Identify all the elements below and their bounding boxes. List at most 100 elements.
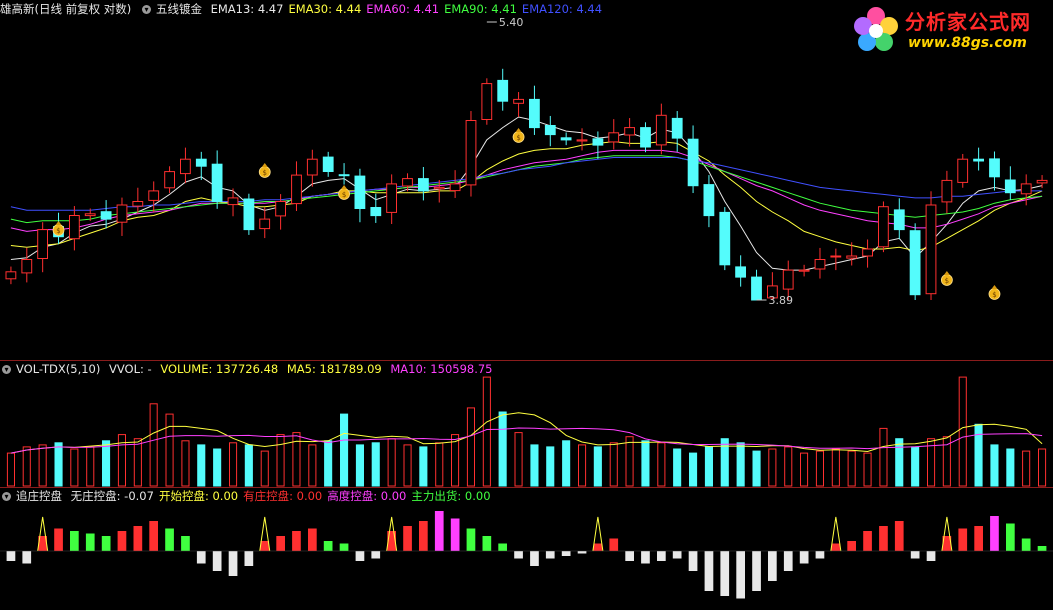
candle-body	[164, 171, 175, 189]
candle-body	[132, 201, 144, 207]
money-bag-icon: $	[52, 221, 65, 236]
money-bag-icon: $	[940, 271, 953, 286]
control-bar	[672, 551, 682, 559]
money-bag-icon: $	[258, 163, 271, 178]
volume-bar	[784, 446, 793, 487]
control-chart[interactable]	[0, 488, 1053, 610]
volume-bar	[657, 442, 666, 487]
candle-body	[925, 204, 937, 295]
control-bar	[228, 551, 238, 576]
volume-bar	[324, 440, 333, 487]
candle	[576, 128, 588, 151]
candle	[989, 151, 1000, 191]
price-chart[interactable]: 5.40 3.89 $ $ $ $ $ $	[0, 0, 1053, 360]
volume-bar	[6, 452, 15, 487]
volume-bar	[435, 442, 444, 487]
volume-bar	[530, 444, 539, 487]
control-bar	[1037, 546, 1047, 551]
candle-body	[782, 269, 794, 290]
money-bag-icon: $	[988, 285, 1001, 300]
high-price-label: 5.40	[499, 16, 524, 29]
candle-body	[655, 114, 667, 146]
candle-body	[703, 184, 715, 217]
candle	[893, 198, 905, 240]
candle-body	[291, 174, 302, 205]
volume-bar	[466, 407, 475, 487]
candle-body	[909, 230, 921, 296]
control-bar	[244, 551, 254, 566]
candle-body	[37, 229, 49, 260]
volume-bar	[689, 452, 698, 487]
control-bar	[339, 543, 349, 551]
control-bar	[117, 531, 127, 551]
control-bar	[657, 551, 666, 561]
candle-body	[893, 209, 905, 231]
control-bar	[593, 543, 603, 551]
control-bar	[990, 516, 999, 551]
volume-bar	[482, 376, 491, 487]
volume-bar	[911, 446, 920, 487]
volume-bar	[340, 413, 349, 487]
candle-body	[370, 207, 382, 217]
candle	[37, 222, 49, 273]
control-bar	[545, 551, 555, 559]
candle	[69, 206, 80, 251]
control-bar	[165, 528, 174, 551]
candle-body	[671, 117, 683, 139]
volume-bar	[133, 438, 142, 487]
candle-body	[100, 211, 112, 220]
candle	[354, 168, 366, 223]
volume-bar	[419, 446, 428, 487]
candle	[655, 103, 667, 155]
control-bar	[434, 511, 444, 551]
candle	[878, 201, 889, 253]
candle	[322, 151, 334, 177]
volume-bar	[308, 444, 317, 487]
money-bag-icon: $	[338, 185, 350, 200]
candle	[608, 119, 620, 150]
candle	[1004, 166, 1016, 201]
control-bar	[101, 536, 111, 551]
control-bar	[371, 551, 381, 559]
low-price-label: 3.89	[769, 294, 794, 307]
candle-body	[275, 201, 287, 217]
candle	[830, 248, 842, 271]
candle-body	[354, 175, 366, 210]
money-bag-symbol: $	[516, 134, 520, 142]
control-bar	[292, 531, 301, 551]
control-bar	[910, 551, 920, 559]
candle-body	[751, 276, 762, 301]
money-bag-tie	[515, 128, 522, 132]
volume-bar	[70, 448, 79, 487]
volume-bar	[1038, 448, 1047, 487]
candle	[560, 132, 572, 146]
candle-body	[465, 120, 477, 186]
volume-bar	[578, 444, 587, 487]
candle	[418, 166, 429, 201]
candle	[862, 239, 874, 268]
control-bar	[894, 521, 904, 551]
volume-bar	[831, 448, 840, 487]
control-bar	[260, 541, 270, 551]
candle-body	[338, 174, 350, 177]
candle	[306, 149, 318, 187]
candle	[909, 223, 921, 300]
candle	[180, 147, 191, 184]
volume-bar	[276, 434, 285, 487]
volume-bar	[974, 423, 983, 487]
control-bar	[403, 526, 412, 551]
candle	[21, 247, 33, 283]
control-bar	[561, 551, 571, 556]
volume-bar	[86, 446, 95, 487]
volume-bar	[244, 444, 253, 487]
volume-bar	[895, 438, 904, 487]
money-bag-tie	[991, 285, 998, 289]
volume-bar	[609, 442, 618, 487]
candle	[957, 153, 969, 188]
candle-body	[941, 179, 953, 203]
candle-body	[544, 125, 556, 136]
candle	[703, 175, 715, 228]
volume-chart[interactable]	[0, 361, 1053, 487]
control-bar	[1006, 523, 1015, 551]
candle	[5, 266, 17, 285]
